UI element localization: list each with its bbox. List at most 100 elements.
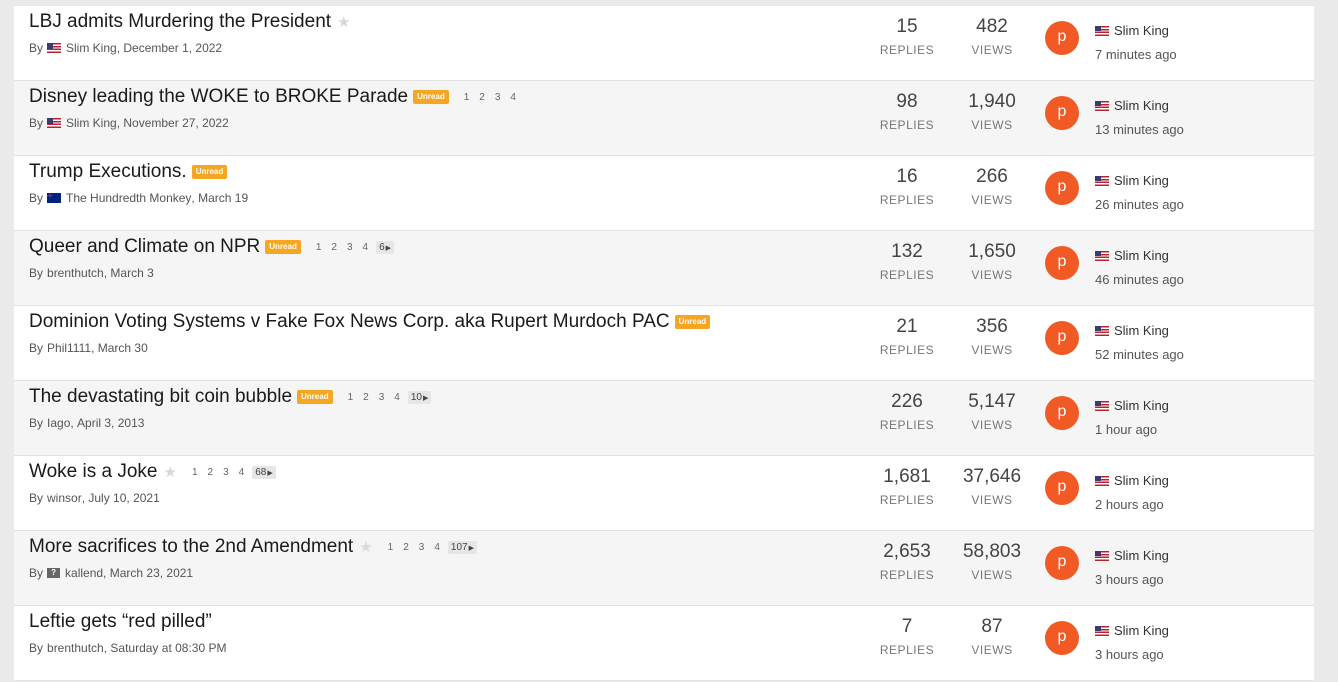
- author-link[interactable]: brenthutch: [47, 641, 104, 655]
- author-link[interactable]: Phil1111: [47, 341, 91, 355]
- last-post-time[interactable]: 3 hours ago: [1095, 647, 1164, 662]
- last-poster-avatar[interactable]: p: [1045, 621, 1079, 655]
- page-link[interactable]: 1: [192, 467, 198, 478]
- last-poster-avatar[interactable]: p: [1045, 96, 1079, 130]
- last-poster[interactable]: Slim King: [1095, 623, 1169, 638]
- views-stat: 1,940 VIEWS: [957, 89, 1027, 132]
- last-post-time[interactable]: 3 hours ago: [1095, 572, 1164, 587]
- page-link[interactable]: 3: [347, 242, 353, 253]
- topic-pagination: 1 2 3 4 10▶: [343, 390, 432, 404]
- author-link[interactable]: kallend: [65, 566, 103, 580]
- replies-label: REPLIES: [879, 643, 935, 657]
- author-link[interactable]: Slim King: [66, 41, 117, 55]
- page-link[interactable]: 3: [379, 392, 385, 403]
- topic-title-link[interactable]: The devastating bit coin bubble: [29, 385, 292, 409]
- page-link[interactable]: 4: [394, 392, 400, 403]
- last-page-link[interactable]: 10▶: [407, 390, 432, 404]
- last-post-time[interactable]: 52 minutes ago: [1095, 347, 1184, 362]
- topic-meta: By Iago, April 3, 2013: [29, 416, 144, 430]
- last-post-time[interactable]: 1 hour ago: [1095, 422, 1157, 437]
- views-label: VIEWS: [971, 268, 1013, 282]
- last-poster[interactable]: Slim King: [1095, 473, 1169, 488]
- page-link[interactable]: 2: [331, 242, 337, 253]
- last-poster-avatar[interactable]: p: [1045, 546, 1079, 580]
- page-link[interactable]: 4: [434, 542, 440, 553]
- topic-title-link[interactable]: Dominion Voting Systems v Fake Fox News …: [29, 310, 670, 334]
- last-post-time[interactable]: 46 minutes ago: [1095, 272, 1184, 287]
- replies-stat: 2,653 REPLIES: [872, 539, 942, 582]
- page-link[interactable]: 4: [239, 467, 245, 478]
- last-poster-name: Slim King: [1114, 98, 1169, 113]
- last-poster-name: Slim King: [1114, 623, 1169, 638]
- replies-count: 132: [891, 241, 923, 262]
- topic-title-link[interactable]: Queer and Climate on NPR: [29, 235, 260, 259]
- last-poster[interactable]: Slim King: [1095, 173, 1169, 188]
- last-poster-avatar[interactable]: p: [1045, 246, 1079, 280]
- views-label: VIEWS: [971, 193, 1013, 207]
- last-post-time[interactable]: 13 minutes ago: [1095, 122, 1184, 137]
- by-label: By: [29, 191, 44, 205]
- last-poster-avatar[interactable]: p: [1045, 321, 1079, 355]
- page-link[interactable]: 2: [403, 542, 409, 553]
- last-post-time[interactable]: 26 minutes ago: [1095, 197, 1184, 212]
- last-poster-name: Slim King: [1114, 323, 1169, 338]
- last-poster[interactable]: Slim King: [1095, 23, 1169, 38]
- topic-title-link[interactable]: Disney leading the WOKE to BROKE Parade: [29, 85, 408, 109]
- author-link[interactable]: brenthutch: [47, 266, 104, 280]
- author-link[interactable]: Slim King: [66, 116, 117, 130]
- last-poster-avatar[interactable]: p: [1045, 471, 1079, 505]
- topic-meta: By Phil1111, March 30: [29, 341, 148, 355]
- topic-date: March 19: [198, 191, 249, 205]
- last-page-number: 68: [255, 466, 267, 478]
- page-link[interactable]: 4: [363, 242, 369, 253]
- views-label: VIEWS: [971, 643, 1013, 657]
- topic-row: Leftie gets “red pilled” By brenthutch, Sa…: [14, 606, 1314, 681]
- page-link[interactable]: 2: [479, 92, 485, 103]
- topic-title-link[interactable]: Trump Executions.: [29, 160, 187, 184]
- page-link[interactable]: 1: [348, 392, 354, 403]
- topic-title-line: Woke is a Joke ★ 1 2 3 4 68▶: [29, 460, 276, 484]
- page-link[interactable]: 1: [316, 242, 322, 253]
- follow-star-icon[interactable]: ★: [163, 465, 176, 480]
- page-link[interactable]: 2: [363, 392, 369, 403]
- last-page-link[interactable]: 6▶: [376, 240, 395, 254]
- page-link[interactable]: 1: [388, 542, 394, 553]
- last-page-link[interactable]: 107▶: [447, 540, 477, 554]
- topic-title-link[interactable]: Leftie gets “red pilled”: [29, 610, 212, 634]
- last-poster[interactable]: Slim King: [1095, 323, 1169, 338]
- replies-label: REPLIES: [879, 418, 935, 432]
- topic-date: April 3, 2013: [77, 416, 145, 430]
- page-link[interactable]: 3: [419, 542, 425, 553]
- page-link[interactable]: 3: [223, 467, 229, 478]
- topic-row: More sacrifices to the 2nd Amendment ★ 1 2 3…: [14, 531, 1314, 606]
- topic-row: Woke is a Joke ★ 1 2 3 4 68▶ By winsor, July 10,…: [14, 456, 1314, 531]
- last-poster-avatar[interactable]: p: [1045, 396, 1079, 430]
- page-link[interactable]: 2: [208, 467, 214, 478]
- views-label: VIEWS: [971, 43, 1013, 57]
- topic-title-link[interactable]: More sacrifices to the 2nd Amendment: [29, 535, 353, 559]
- views-label: VIEWS: [971, 568, 1013, 582]
- follow-star-icon[interactable]: ★: [359, 540, 372, 555]
- replies-count: 98: [896, 91, 918, 112]
- topic-title-link[interactable]: Woke is a Joke: [29, 460, 157, 484]
- follow-star-icon[interactable]: ★: [337, 15, 350, 30]
- last-poster[interactable]: Slim King: [1095, 248, 1169, 263]
- last-poster-avatar[interactable]: p: [1045, 21, 1079, 55]
- page-link[interactable]: 1: [464, 92, 470, 103]
- author-link[interactable]: The Hundredth Monkey: [66, 191, 191, 205]
- last-poster[interactable]: Slim King: [1095, 98, 1169, 113]
- page-link[interactable]: 3: [495, 92, 501, 103]
- last-poster[interactable]: Slim King: [1095, 548, 1169, 563]
- topic-title-link[interactable]: LBJ admits Murdering the President: [29, 10, 331, 34]
- last-page-link[interactable]: 68▶: [252, 465, 276, 479]
- last-post-time[interactable]: 2 hours ago: [1095, 497, 1164, 512]
- country-flag-icon: [47, 193, 62, 203]
- replies-stat: 15 REPLIES: [872, 14, 942, 57]
- topic-date: March 30: [97, 341, 148, 355]
- author-link[interactable]: winsor: [47, 491, 82, 505]
- last-poster-avatar[interactable]: p: [1045, 171, 1079, 205]
- last-poster[interactable]: Slim King: [1095, 398, 1169, 413]
- last-post-time[interactable]: 7 minutes ago: [1095, 47, 1177, 62]
- author-link[interactable]: Iago: [47, 416, 70, 430]
- page-link[interactable]: 4: [510, 92, 516, 103]
